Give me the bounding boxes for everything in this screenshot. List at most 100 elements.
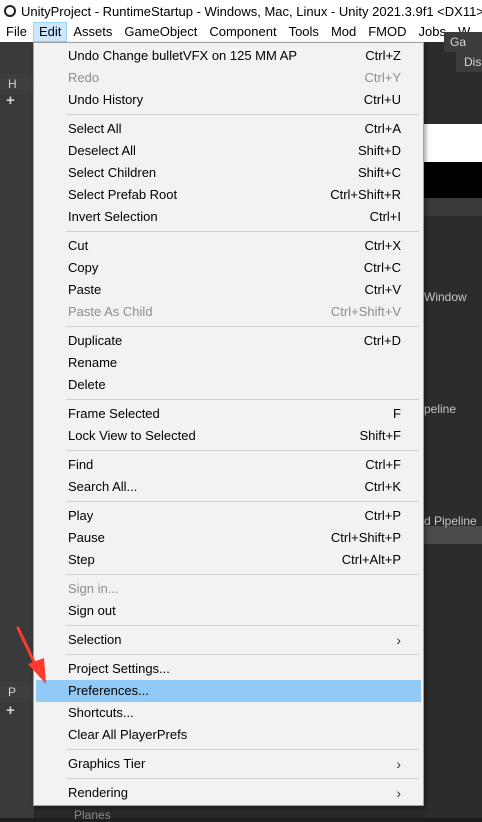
menu-gameobject[interactable]: GameObject [118, 22, 203, 42]
menu-item-label: Deselect All [68, 143, 136, 158]
annotation-arrow-icon [16, 626, 46, 684]
menu-item-label: Find [68, 457, 94, 472]
menu-item-select-children[interactable]: Select Children Shift+C [36, 162, 421, 184]
menu-item-shortcut: Ctrl+X [364, 238, 401, 253]
menu-item-delete[interactable]: Delete [36, 374, 421, 396]
game-tab-label: Ga [450, 35, 467, 49]
game-tab[interactable]: Ga [444, 32, 482, 52]
menu-edit[interactable]: Edit [32, 22, 68, 42]
menu-tools[interactable]: Tools [283, 22, 325, 42]
inspector-strip [424, 198, 482, 216]
menu-item-label: Duplicate [68, 333, 123, 348]
menu-item-duplicate[interactable]: Duplicate Ctrl+D [36, 330, 421, 352]
menu-item-pause[interactable]: Pause Ctrl+Shift+P [36, 527, 421, 549]
menu-item-label: Pause [68, 530, 105, 545]
menu-item-select-prefab-root[interactable]: Select Prefab Root Ctrl+Shift+R [36, 184, 421, 206]
menu-item-shortcut: F [393, 406, 401, 421]
chevron-right-icon: › [396, 785, 401, 801]
menu-item-label: Redo [68, 70, 100, 85]
display-dropdown-label: Dis [464, 55, 482, 69]
menu-item-rendering[interactable]: Rendering › [36, 782, 421, 804]
hierarchy-panel: H + P + [0, 42, 34, 818]
menu-item-frame-selected[interactable]: Frame Selected F [36, 403, 421, 425]
menu-item-shortcut: Ctrl+P [364, 508, 401, 523]
menu-item-paste[interactable]: Paste Ctrl+V [36, 279, 421, 301]
menu-item-shortcut: Shift+D [358, 143, 401, 158]
menu-item-label: Select All [68, 121, 122, 136]
menu-item-shortcut: Ctrl+Z [365, 48, 401, 63]
menu-item-shortcut: Ctrl+F [365, 457, 401, 472]
menu-assets[interactable]: Assets [67, 22, 118, 42]
menu-item-redo: Redo Ctrl+Y [36, 67, 421, 89]
menu-separator [34, 323, 423, 330]
menu-item-label: Cut [68, 238, 89, 253]
menu-item-shortcuts[interactable]: Shortcuts... [36, 702, 421, 724]
menu-item-paste-as-child: Paste As Child Ctrl+Shift+V [36, 301, 421, 323]
menu-component[interactable]: Component [203, 22, 282, 42]
hierarchy-tab[interactable]: H [0, 74, 34, 94]
menu-file[interactable]: File [0, 22, 33, 42]
menu-item-selection[interactable]: Selection › [36, 629, 421, 651]
menu-item-play[interactable]: Play Ctrl+P [36, 505, 421, 527]
bg-window-text: Window [424, 290, 467, 304]
menu-item-label: Paste As Child [68, 304, 153, 319]
menu-item-shortcut: Ctrl+A [364, 121, 401, 136]
menu-item-search-all[interactable]: Search All... Ctrl+K [36, 476, 421, 498]
menu-separator [34, 447, 423, 454]
menu-item-shortcut: Ctrl+Shift+V [330, 304, 401, 319]
menu-item-label: Copy [68, 260, 99, 275]
display-dropdown[interactable]: Dis [456, 52, 482, 72]
menu-separator [34, 651, 423, 658]
menu-item-sign-out[interactable]: Sign out [36, 600, 421, 622]
menu-separator [34, 775, 423, 782]
bg-pipeline-text: d Pipeline [424, 514, 477, 528]
menu-item-graphics-tier[interactable]: Graphics Tier › [36, 753, 421, 775]
game-view-white [424, 124, 482, 162]
menu-item-label: Undo Change bulletVFX on 125 MM AP [68, 48, 298, 63]
menu-item-invert-selection[interactable]: Invert Selection Ctrl+I [36, 206, 421, 228]
menu-item-undo-change-bulletvfx-on-125-mm-ap[interactable]: Undo Change bulletVFX on 125 MM AP Ctrl+Z [36, 45, 421, 67]
menu-item-label: Step [68, 552, 95, 567]
menu-item-rename[interactable]: Rename [36, 352, 421, 374]
menu-item-shortcut: Shift+C [358, 165, 401, 180]
menu-item-select-all[interactable]: Select All Ctrl+A [36, 118, 421, 140]
menu-item-label: Preferences... [68, 683, 149, 698]
menu-item-step[interactable]: Step Ctrl+Alt+P [36, 549, 421, 571]
menu-item-label: Sign out [68, 603, 116, 618]
menu-item-label: Undo History [68, 92, 144, 107]
menu-item-label: Invert Selection [68, 209, 158, 224]
breadcrumb: Planes [74, 808, 111, 822]
menu-item-label: Frame Selected [68, 406, 160, 421]
menu-separator [34, 622, 423, 629]
menu-item-label: Project Settings... [68, 661, 170, 676]
menu-item-shortcut: Ctrl+C [363, 260, 401, 275]
menu-item-project-settings[interactable]: Project Settings... [36, 658, 421, 680]
menu-mod[interactable]: Mod [325, 22, 362, 42]
edit-menu-dropdown: Undo Change bulletVFX on 125 MM AP Ctrl+Z… [33, 42, 424, 806]
menu-item-clear-all-playerprefs[interactable]: Clear All PlayerPrefs [36, 724, 421, 746]
menu-separator [34, 571, 423, 578]
menu-item-shortcut: Ctrl+Shift+P [330, 530, 401, 545]
menu-item-cut[interactable]: Cut Ctrl+X [36, 235, 421, 257]
menu-item-shortcut: Ctrl+D [363, 333, 401, 348]
menu-item-label: Clear All PlayerPrefs [68, 727, 188, 742]
menu-item-label: Rendering [68, 785, 128, 800]
menu-item-label: Play [68, 508, 94, 523]
menu-item-find[interactable]: Find Ctrl+F [36, 454, 421, 476]
menu-item-preferences[interactable]: Preferences... [36, 680, 421, 702]
menu-item-shortcut: Ctrl+Alt+P [341, 552, 401, 567]
menu-item-lock-view-to-selected[interactable]: Lock View to Selected Shift+F [36, 425, 421, 447]
menu-item-undo-history[interactable]: Undo History Ctrl+U [36, 89, 421, 111]
window-title: UnityProject - RuntimeStartup - Windows,… [21, 3, 482, 19]
menu-separator [34, 498, 423, 505]
menu-fmod[interactable]: FMOD [362, 22, 412, 42]
unity-logo-icon [4, 5, 16, 17]
menu-item-label: Search All... [68, 479, 138, 494]
menu-item-shortcut: Ctrl+Shift+R [330, 187, 401, 202]
add-icon[interactable]: + [6, 92, 15, 109]
menu-item-copy[interactable]: Copy Ctrl+C [36, 257, 421, 279]
project-add-icon[interactable]: + [6, 702, 15, 719]
menu-separator [34, 396, 423, 403]
menu-item-deselect-all[interactable]: Deselect All Shift+D [36, 140, 421, 162]
menu-separator [34, 111, 423, 118]
